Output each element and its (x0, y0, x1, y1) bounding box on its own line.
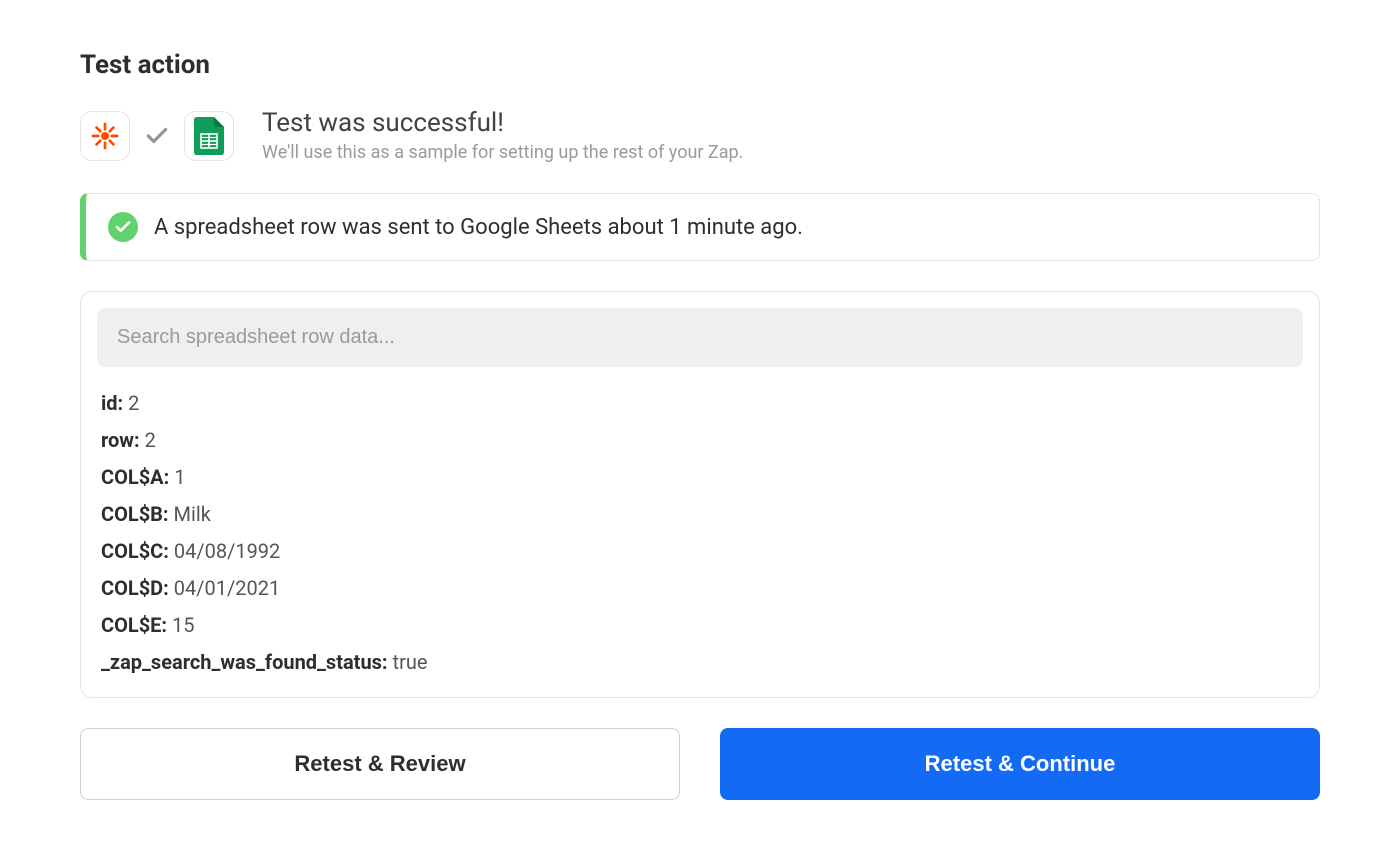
data-key: COL$B: (101, 502, 169, 526)
success-check-icon (108, 212, 138, 242)
data-key: COL$A: (101, 465, 169, 489)
google-sheets-icon (184, 111, 234, 161)
data-key: COL$C: (101, 539, 169, 563)
data-list: id: 2row: 2COL$A: 1COL$B: MilkCOL$C: 04/… (97, 385, 1303, 681)
data-key: COL$E: (101, 613, 167, 637)
data-value: 15 (172, 613, 194, 637)
retest-review-button[interactable]: Retest & Review (80, 728, 680, 800)
status-message: A spreadsheet row was sent to Google She… (154, 215, 803, 240)
data-row: id: 2 (101, 385, 1299, 422)
data-value: 04/01/2021 (174, 576, 280, 600)
data-key: id: (101, 391, 123, 415)
zapier-icon (80, 111, 130, 161)
data-row: _zap_search_was_found_status: true (101, 644, 1299, 681)
retest-continue-button[interactable]: Retest & Continue (720, 728, 1320, 800)
data-key: COL$D: (101, 576, 169, 600)
data-row: COL$C: 04/08/1992 (101, 533, 1299, 570)
data-value: 2 (128, 391, 139, 415)
test-result-title: Test was successful! (262, 108, 743, 138)
data-panel: id: 2row: 2COL$A: 1COL$B: MilkCOL$C: 04/… (80, 291, 1320, 698)
data-value: 04/08/1992 (174, 539, 280, 563)
checkmark-connector-icon (144, 123, 170, 149)
data-value: true (393, 650, 428, 674)
data-row: COL$E: 15 (101, 607, 1299, 644)
data-key: row: (101, 428, 140, 452)
data-row: row: 2 (101, 422, 1299, 459)
test-result-header: Test was successful! We'll use this as a… (80, 108, 1320, 163)
search-input[interactable] (97, 308, 1303, 367)
data-row: COL$B: Milk (101, 496, 1299, 533)
data-row: COL$A: 1 (101, 459, 1299, 496)
data-value: 1 (174, 465, 185, 489)
data-value: Milk (174, 502, 211, 526)
action-buttons: Retest & Review Retest & Continue (80, 728, 1320, 800)
page-title: Test action (80, 50, 1320, 80)
data-row: COL$D: 04/01/2021 (101, 570, 1299, 607)
data-key: _zap_search_was_found_status: (101, 650, 388, 674)
status-banner: A spreadsheet row was sent to Google She… (80, 193, 1320, 261)
data-value: 2 (145, 428, 156, 452)
test-result-subtitle: We'll use this as a sample for setting u… (262, 142, 743, 163)
